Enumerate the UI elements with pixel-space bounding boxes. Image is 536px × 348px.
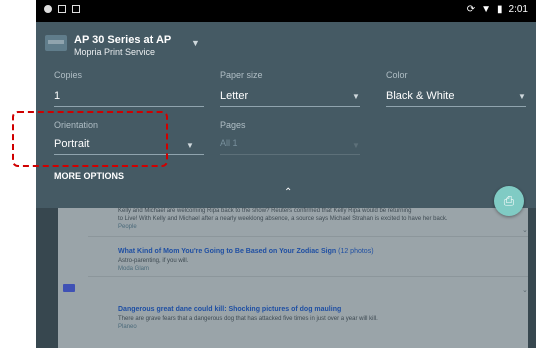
print-preview: Kelly and Michael are welcoming Ripa bac…	[58, 208, 528, 348]
pages-underline	[220, 154, 360, 155]
notification-icons	[44, 5, 80, 13]
preview-text-line: Kelly and Michael are welcoming Ripa bac…	[118, 208, 412, 214]
article-snippet: Astro-parenting, if you will.	[118, 258, 189, 264]
color-select[interactable]: Black & White	[386, 90, 454, 102]
color-dropdown-icon[interactable]: ▼	[518, 92, 526, 101]
copies-input[interactable]: 1	[54, 90, 60, 102]
clipboard-icon	[72, 5, 80, 13]
color-underline	[386, 106, 526, 107]
paper-size-underline	[220, 106, 360, 107]
pages-dropdown-icon: ▼	[352, 141, 360, 150]
preview-divider	[88, 276, 528, 277]
copies-label: Copies	[54, 70, 83, 80]
pages-label: Pages	[220, 120, 246, 130]
paper-size-select[interactable]: Letter	[220, 90, 248, 102]
printer-name[interactable]: AP 30 Series at AP	[74, 34, 171, 46]
preview-text-line: to Live! With Kelly and Michael after a …	[118, 216, 448, 222]
printer-icon	[45, 35, 67, 51]
color-label: Color	[386, 70, 408, 80]
print-button[interactable]: ⎙	[494, 186, 524, 216]
article-source: Moda Glam	[118, 266, 150, 272]
collapse-chevron-icon[interactable]: ⌃	[284, 187, 292, 198]
clock: 2:01	[508, 4, 528, 15]
article-source: Planeo	[118, 324, 137, 330]
device-screen: ⟳ ▼ ▮ 2:01 AP 30 Series at AP Mopria Pri…	[36, 0, 536, 348]
pages-select: All 1	[220, 138, 238, 148]
orientation-dropdown-icon[interactable]: ▼	[186, 141, 194, 150]
ad-badge-icon	[63, 284, 75, 292]
article-snippet: There are grave fears that a dangerous d…	[118, 316, 378, 322]
paper-size-label: Paper size	[220, 70, 263, 80]
printer-dropdown-icon[interactable]: ▼	[191, 38, 200, 48]
wifi-icon: ▼	[481, 4, 492, 15]
preview-chevron-icon: ⌄	[522, 227, 528, 234]
copies-underline	[54, 106, 204, 107]
system-icons: ⟳ ▼ ▮ 2:01	[467, 4, 528, 15]
preview-divider	[88, 236, 528, 237]
preview-source: People	[118, 224, 137, 230]
image-icon	[58, 5, 66, 13]
notification-icon	[44, 5, 52, 13]
article-title: Dangerous great dane could kill: Shockin…	[118, 306, 342, 313]
paper-size-dropdown-icon[interactable]: ▼	[352, 92, 360, 101]
preview-chevron-icon: ⌄	[522, 287, 528, 294]
sync-icon: ⟳	[466, 4, 476, 15]
printer-service: Mopria Print Service	[74, 47, 156, 57]
print-icon: ⎙	[503, 193, 515, 208]
status-bar: ⟳ ▼ ▮ 2:01	[36, 0, 536, 22]
more-options-button[interactable]: MORE OPTIONS	[54, 171, 124, 181]
article-title: What Kind of Mom You're Going to Be Base…	[118, 248, 374, 255]
battery-icon: ▮	[497, 4, 503, 15]
highlight-annotation	[12, 111, 168, 167]
